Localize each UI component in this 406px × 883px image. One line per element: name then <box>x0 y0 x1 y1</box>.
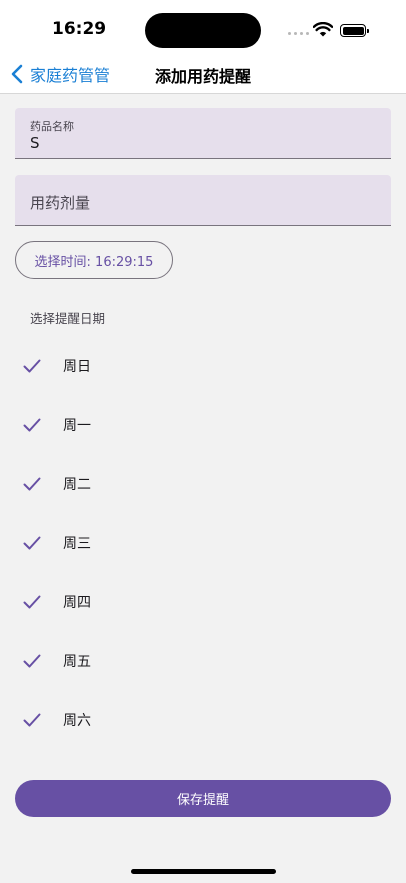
day-label: 周五 <box>63 654 91 670</box>
dosage-field[interactable]: 用药剂量 <box>15 175 391 226</box>
day-label: 周日 <box>63 359 91 375</box>
checkmark-icon <box>23 536 41 550</box>
day-label: 周六 <box>63 713 91 729</box>
day-label: 周四 <box>63 595 91 611</box>
page-title: 添加用药提醒 <box>154 67 251 86</box>
medicine-name-field[interactable]: 药品名称 S <box>15 108 391 159</box>
dynamic-island <box>145 13 261 48</box>
battery-icon <box>340 24 369 37</box>
day-item-wednesday[interactable]: 周三 <box>0 523 406 563</box>
navigation-bar: 家庭药管管 添加用药提醒 <box>0 56 406 94</box>
status-time: 16:29 <box>52 19 107 39</box>
checkmark-icon <box>23 477 41 491</box>
day-item-friday[interactable]: 周五 <box>0 641 406 681</box>
day-label: 周三 <box>63 536 91 552</box>
medicine-name-value: S <box>30 134 40 152</box>
status-bar: 16:29 <box>0 0 406 56</box>
day-label: 周二 <box>63 477 91 493</box>
wifi-icon <box>313 22 333 37</box>
cellular-signal-icon <box>288 32 309 35</box>
day-item-saturday[interactable]: 周六 <box>0 700 406 740</box>
checkmark-icon <box>23 418 41 432</box>
select-time-button[interactable]: 选择时间: 16:29:15 <box>15 241 173 279</box>
dosage-placeholder: 用药剂量 <box>30 194 91 212</box>
home-indicator <box>131 869 276 874</box>
medicine-name-label: 药品名称 <box>30 120 74 133</box>
checkmark-icon <box>23 654 41 668</box>
day-item-thursday[interactable]: 周四 <box>0 582 406 622</box>
save-reminder-button[interactable]: 保存提醒 <box>15 780 391 817</box>
day-item-monday[interactable]: 周一 <box>0 405 406 445</box>
checkmark-icon <box>23 713 41 727</box>
checkmark-icon <box>23 359 41 373</box>
day-item-tuesday[interactable]: 周二 <box>0 464 406 504</box>
days-section-label: 选择提醒日期 <box>30 311 106 326</box>
day-item-sunday[interactable]: 周日 <box>0 346 406 386</box>
checkmark-icon <box>23 595 41 609</box>
day-label: 周一 <box>63 418 91 434</box>
